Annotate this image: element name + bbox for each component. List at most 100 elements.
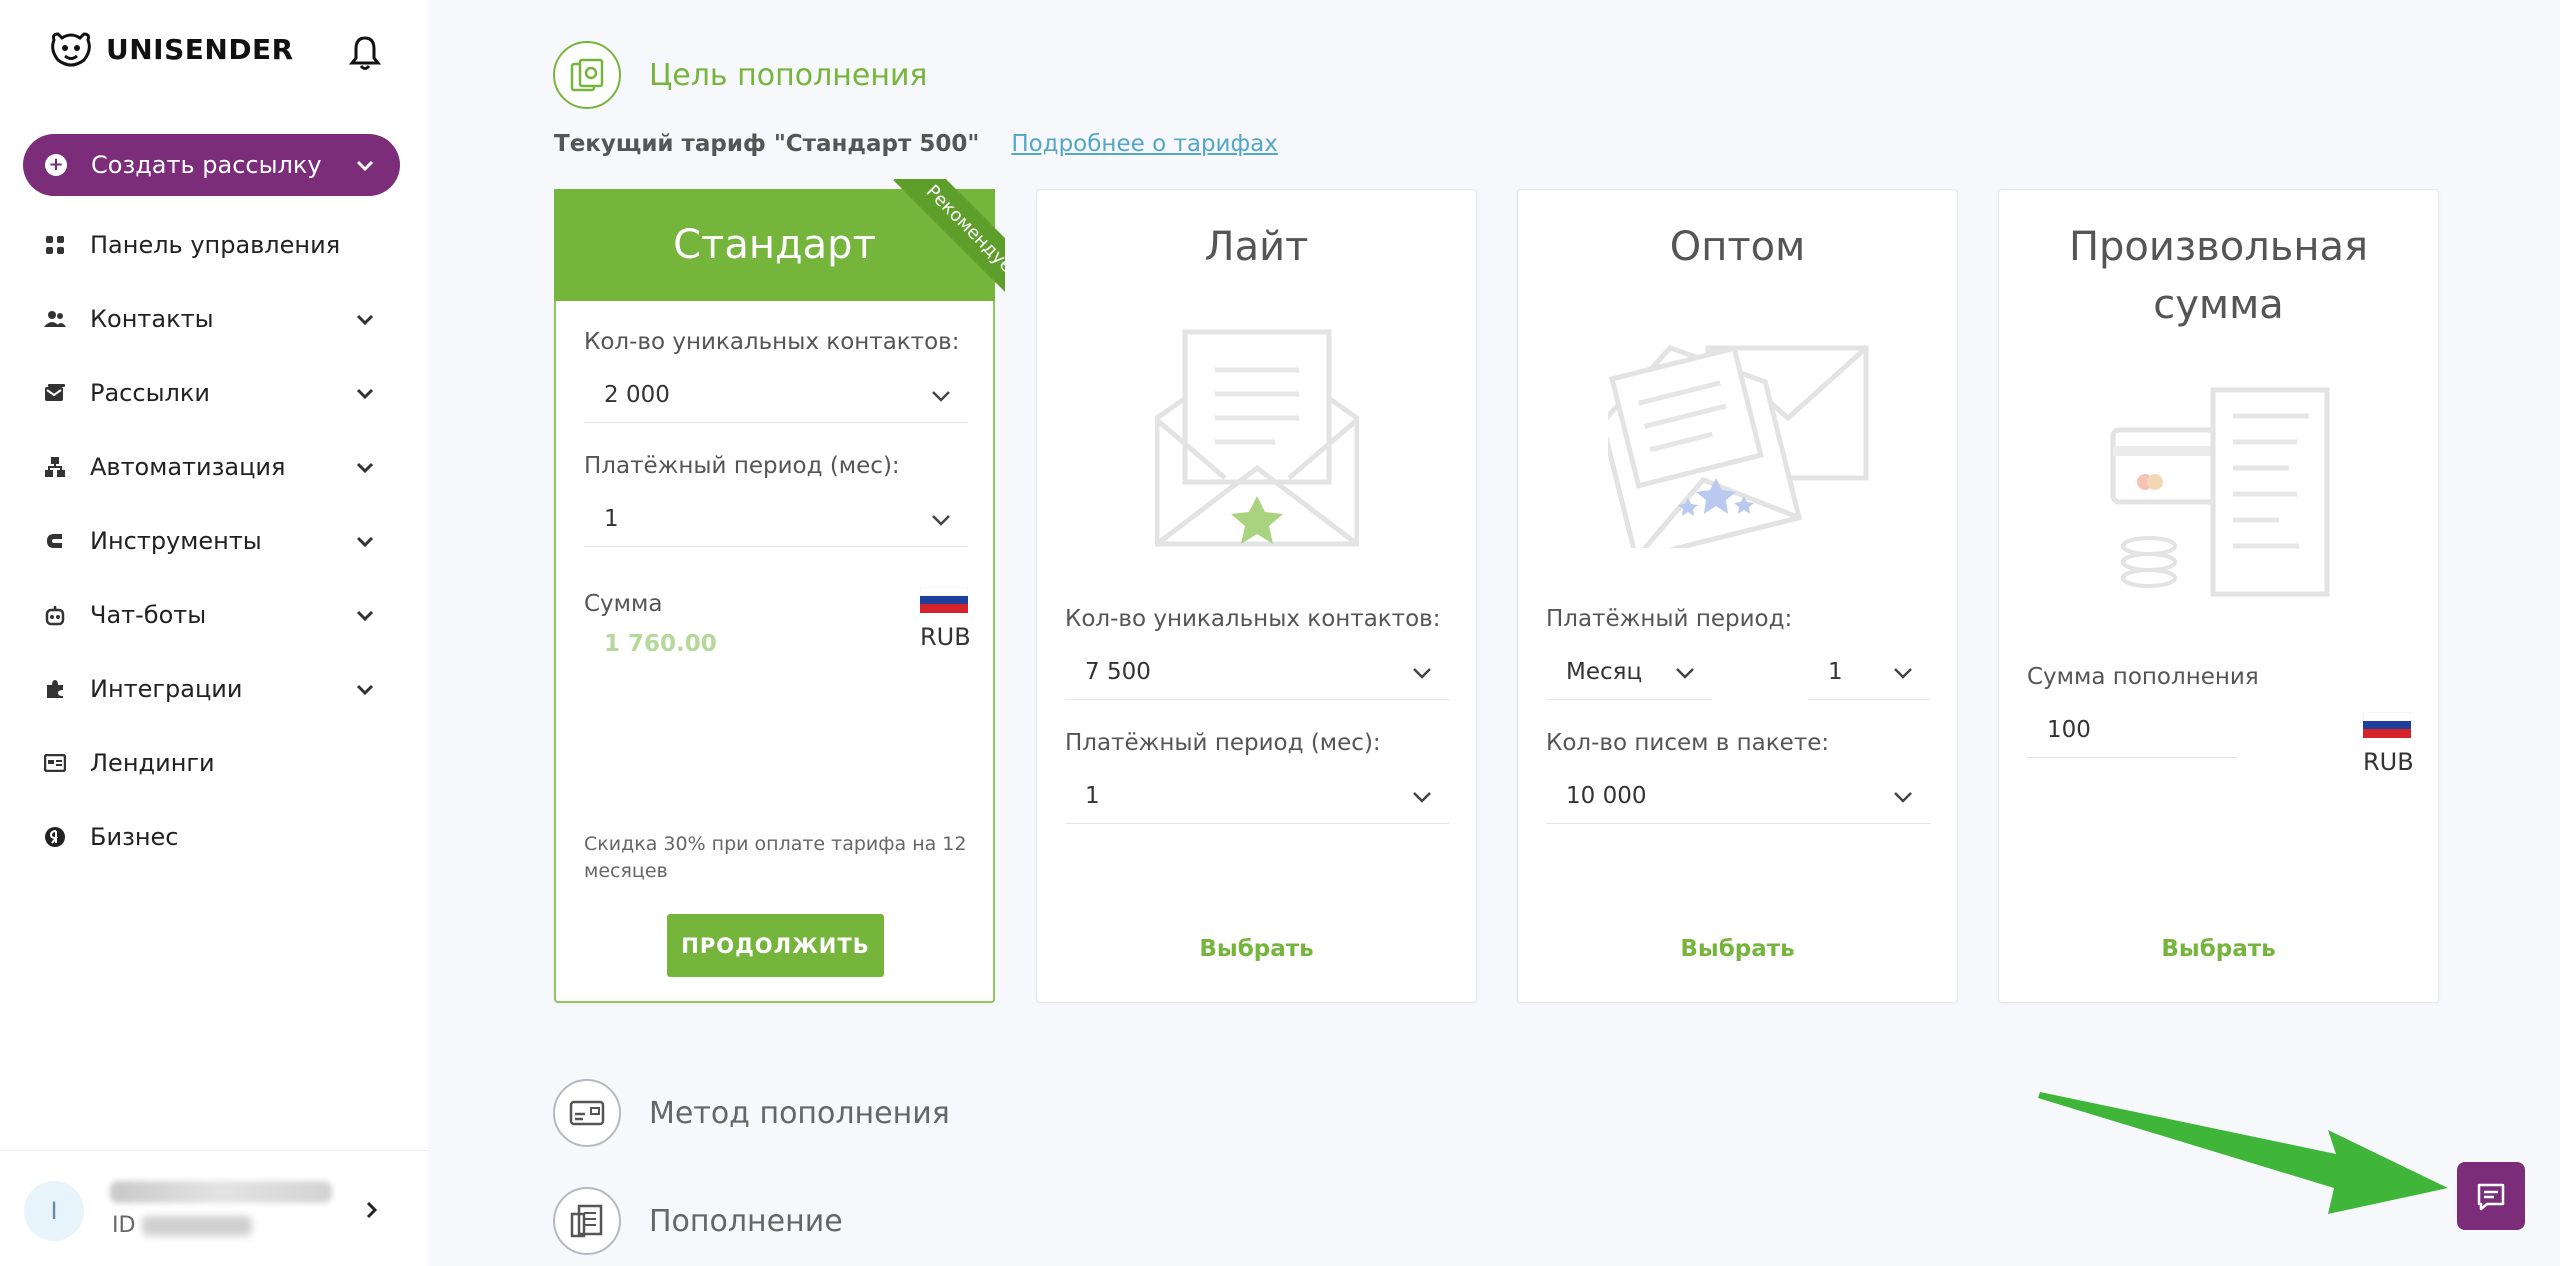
currency-label: RUB: [920, 623, 971, 651]
chevron-down-icon: [1413, 792, 1431, 803]
section-replenish-title: Пополнение: [649, 1203, 843, 1239]
envelopes-illustration-icon: [1608, 344, 1869, 548]
chevron-down-icon: [356, 314, 374, 326]
sidebar-item-label: Панель управления: [90, 231, 341, 259]
plan-card-bulk[interactable]: Оптом Платёжный период: Месяц 1 Кол-во п…: [1517, 189, 1958, 1003]
sidebar-item-label: Чат-боты: [90, 601, 207, 629]
chevron-right-icon[interactable]: [360, 1199, 382, 1221]
chevron-down-icon: [356, 388, 374, 400]
select-plan-button[interactable]: Выбрать: [1518, 936, 1957, 962]
plan-title: Оптом: [1669, 224, 1806, 270]
period-value: 1: [1085, 782, 1100, 809]
contacts-label: Кол-во уникальных контактов:: [1065, 606, 1441, 632]
user-profile[interactable]: I ID: [0, 1150, 428, 1266]
sidebar-item-integrations[interactable]: Интеграции: [0, 652, 428, 726]
period-label: Платёжный период (мес):: [584, 453, 900, 479]
plan-title-line2: сумма: [2153, 282, 2284, 328]
plan-title: Лайт: [1204, 224, 1309, 270]
period-unit-select[interactable]: Месяц: [1546, 644, 1712, 700]
receipt-icon: [553, 1187, 621, 1255]
sidebar-item-chatbots[interactable]: Чат-боты: [0, 578, 428, 652]
avatar: I: [24, 1181, 84, 1241]
sum-value: 100: [2047, 716, 2091, 743]
contacts-value: 7 500: [1085, 658, 1151, 685]
sidebar: UNISENDER + Создать рассылку Панель упра…: [0, 0, 428, 1266]
russia-flag-icon: [920, 587, 968, 613]
puzzle-icon: [44, 678, 66, 700]
contacts-value: 2 000: [604, 381, 670, 408]
period-unit-value: Месяц: [1566, 658, 1643, 685]
current-tariff-text: Текущий тариф "Стандарт 500": [554, 131, 980, 157]
magnet-icon: [44, 530, 66, 552]
sidebar-item-landings[interactable]: Лендинги: [0, 726, 428, 800]
period-label: Платёжный период (мес):: [1065, 730, 1381, 756]
contacts-label: Кол-во уникальных контактов:: [584, 329, 960, 355]
discount-note: Скидка 30% при оплате тарифа на 12 месяц…: [584, 833, 967, 882]
plan-title-line1: Произвольная: [2068, 224, 2369, 270]
select-plan-button[interactable]: Выбрать: [1999, 936, 2438, 962]
users-icon: [44, 308, 66, 330]
contacts-select[interactable]: 2 000: [584, 367, 968, 423]
landing-icon: [44, 752, 66, 774]
create-campaign-label: Создать рассылку: [91, 151, 322, 179]
chevron-down-icon: [356, 160, 374, 172]
sidebar-item-dashboard[interactable]: Панель управления: [0, 208, 428, 282]
plus-icon: +: [45, 154, 67, 176]
sum-label: Сумма пополнения: [2027, 664, 2259, 690]
sidebar-item-label: Рассылки: [90, 379, 210, 407]
hierarchy-icon: [44, 456, 66, 478]
chat-button[interactable]: [2457, 1162, 2525, 1230]
sidebar-item-automation[interactable]: Автоматизация: [0, 430, 428, 504]
sidebar-nav: Панель управления Контакты Рассылки Авто…: [0, 208, 428, 874]
sidebar-item-contacts[interactable]: Контакты: [0, 282, 428, 356]
pointer-arrow-icon: [2038, 1092, 2448, 1214]
sidebar-item-label: Контакты: [90, 305, 214, 333]
period-select[interactable]: 1: [1065, 768, 1449, 824]
continue-button[interactable]: ПРОДОЛЖИТЬ: [667, 914, 884, 977]
mail-stack-icon: [44, 382, 66, 404]
user-id: ID: [112, 1213, 253, 1238]
sidebar-item-tools[interactable]: Инструменты: [0, 504, 428, 578]
sidebar-item-business[interactable]: Бизнес: [0, 800, 428, 874]
sidebar-item-label: Автоматизация: [90, 453, 286, 481]
chevron-down-icon: [356, 536, 374, 548]
period-count-select[interactable]: 1: [1808, 644, 1930, 700]
chevron-down-icon: [1676, 668, 1694, 679]
envelope-star-illustration-icon: [1155, 329, 1359, 547]
bell-icon[interactable]: [344, 32, 386, 74]
plan-card-custom[interactable]: Произвольная сумма Сумма пополнения 100 …: [1998, 189, 2439, 1003]
section-replenish[interactable]: Пополнение: [553, 1187, 843, 1255]
chat-icon: [2477, 1183, 2505, 1211]
current-tariff: Текущий тариф "Стандарт 500" Подробнее о…: [554, 131, 1278, 157]
chevron-down-icon: [932, 515, 950, 526]
ribbon-label: Рекомендуем: [893, 179, 1005, 315]
period-value: 1: [604, 505, 619, 532]
sidebar-item-label: Инструменты: [90, 527, 262, 555]
section-method-title: Метод пополнения: [649, 1095, 950, 1131]
sum-value: 1 760.00: [604, 631, 717, 657]
plan-card-lite[interactable]: Лайт Кол-во уникальных контактов: 7 500 …: [1036, 189, 1477, 1003]
grid-icon: [44, 234, 66, 256]
chevron-down-icon: [356, 684, 374, 696]
letters-label: Кол-во писем в пакете:: [1546, 730, 1830, 756]
sidebar-item-campaigns[interactable]: Рассылки: [0, 356, 428, 430]
sum-input[interactable]: 100: [2027, 702, 2237, 758]
select-plan-button[interactable]: Выбрать: [1037, 936, 1476, 962]
section-method[interactable]: Метод пополнения: [553, 1079, 950, 1147]
brand-name: UNISENDER: [106, 32, 294, 66]
tariff-details-link[interactable]: Подробнее о тарифах: [1011, 131, 1278, 157]
logo[interactable]: UNISENDER: [48, 26, 294, 72]
create-campaign-button[interactable]: + Создать рассылку: [23, 134, 400, 196]
plan-card-standard[interactable]: Стандарт Рекомендуем Кол-во уникальных к…: [554, 179, 1005, 1003]
chevron-down-icon: [1413, 668, 1431, 679]
money-icon: [553, 41, 621, 109]
section-goal[interactable]: Цель пополнения: [553, 41, 927, 109]
period-label: Платёжный период:: [1546, 606, 1793, 632]
period-select[interactable]: 1: [584, 491, 968, 547]
card-receipt-illustration-icon: [2110, 387, 2330, 597]
chevron-down-icon: [932, 391, 950, 402]
letters-select[interactable]: 10 000: [1546, 768, 1930, 824]
recommended-ribbon: Рекомендуем: [845, 179, 1005, 339]
sidebar-item-label: Бизнес: [90, 823, 179, 851]
contacts-select[interactable]: 7 500: [1065, 644, 1449, 700]
